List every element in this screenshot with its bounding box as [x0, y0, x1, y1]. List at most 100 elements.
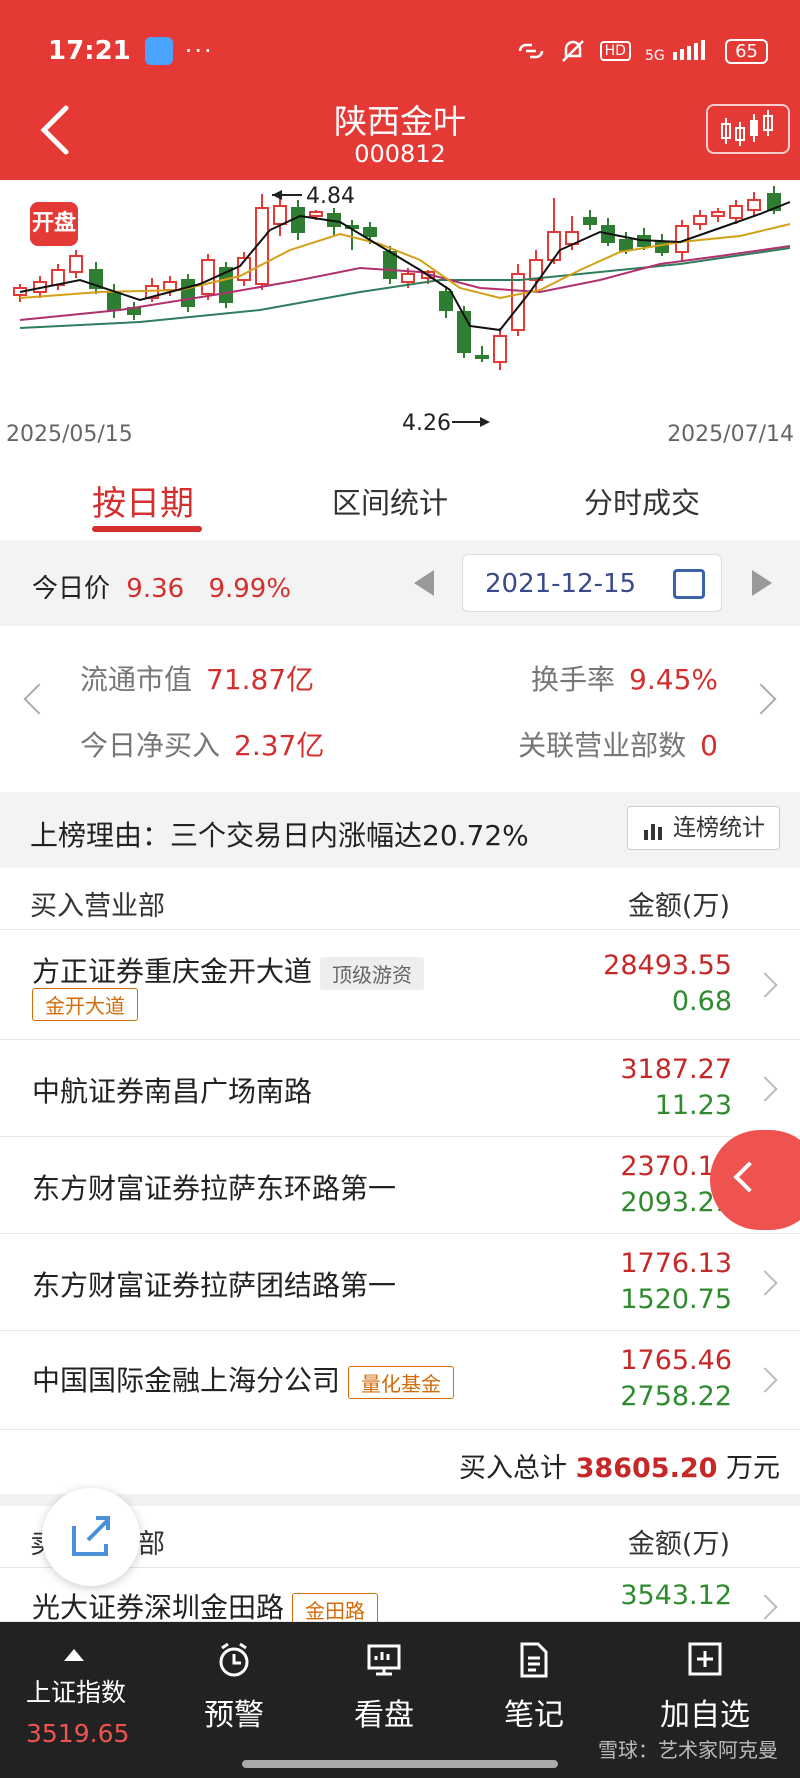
stock-code: 000812: [354, 140, 446, 168]
buy-header-right: 金额(万): [627, 891, 730, 922]
candle: [619, 239, 633, 251]
bar-chart-icon: [643, 823, 662, 840]
broker-name: 光大证券深圳金田路: [32, 1591, 285, 1624]
turnover: 换手率 9.45%: [531, 658, 718, 698]
buy-row[interactable]: 东方财富证券拉萨东环路第一 2370.19 2093.21: [0, 1137, 800, 1234]
chevron-right-icon: [752, 1367, 778, 1393]
chevron-left-icon: [733, 1161, 765, 1193]
related-branches-value: 0: [700, 729, 718, 762]
tab-time-trades[interactable]: 分时成交: [584, 480, 700, 522]
buy-row[interactable]: 中国国际金融上海分公司 量化基金 1765.46 2758.22: [0, 1331, 800, 1430]
candlestick-icon: [721, 110, 773, 146]
status-time: 17:21: [48, 36, 131, 66]
candle: [583, 217, 597, 225]
next-date-icon[interactable]: [752, 570, 772, 596]
candle: [181, 279, 195, 307]
link-icon: [518, 43, 543, 59]
nav-index[interactable]: 上证指数 3519.65: [26, 1640, 129, 1748]
listing-reason-text: 上榜理由：三个交易日内涨幅达20.72%: [30, 819, 529, 852]
broker-name: 东方财富证券拉萨东环路第一: [32, 1172, 397, 1205]
chevron-right-icon: [752, 1594, 778, 1620]
nav-alert[interactable]: 预警: [194, 1640, 274, 1734]
market-value-label: 流通市值: [80, 663, 193, 696]
buy-amount: 3187.27: [620, 1054, 732, 1085]
network-label: 5G: [644, 47, 665, 64]
prev-stats-icon[interactable]: [23, 683, 55, 715]
kline-toggle-button[interactable]: [706, 104, 790, 154]
nav-notes-label: 笔记: [504, 1698, 564, 1733]
app-header: 17:21 ··· HD 5G 65 陕西金叶 000812: [0, 0, 800, 180]
nav-add-watchlist[interactable]: 加自选: [650, 1640, 760, 1734]
side-panel-toggle[interactable]: [710, 1130, 800, 1230]
consecutive-stats-button[interactable]: 连榜统计: [626, 806, 780, 850]
tag-quant-fund: 量化基金: [348, 1365, 455, 1399]
kline-chart[interactable]: 4.84 4.26 开盘 2025/05/15 2025/07/14: [0, 180, 800, 458]
today-price-value: 9.36: [126, 574, 185, 604]
consecutive-stats-label: 连榜统计: [673, 815, 765, 841]
tag-top-trader: 顶级游资: [320, 956, 425, 990]
buy-row[interactable]: 中航证券南昌广场南路 3187.27 11.23: [0, 1040, 800, 1137]
chart-end-date: 2025/07/14: [667, 422, 794, 447]
broker-tag-cell: 金开大道: [24, 986, 138, 1021]
broker-name: 东方财富证券拉萨团结路第一: [32, 1269, 397, 1302]
net-buy-value: 2.37亿: [234, 729, 325, 762]
candle: [309, 211, 323, 217]
listing-reason: 上榜理由：三个交易日内涨幅达20.72% 连榜统计: [0, 792, 800, 868]
broker-name: 中航证券南昌广场南路: [32, 1075, 313, 1108]
share-icon: [72, 1516, 110, 1556]
index-value: 3519.65: [26, 1719, 130, 1748]
buy-row[interactable]: 方正证券重庆金开大道 顶级游资 金开大道 28493.55 0.68: [0, 930, 800, 1040]
buy-amount: 28493.55: [603, 950, 732, 981]
tab-underline: [92, 526, 202, 532]
open-badge: 开盘: [30, 202, 78, 246]
signal-icon: 5G: [645, 38, 711, 65]
status-bar: 17:21 ··· HD 5G 65: [48, 28, 768, 74]
buy-total-label: 买入总计: [459, 1453, 568, 1484]
nav-watch-label: 看盘: [354, 1698, 414, 1733]
candle: [439, 291, 453, 311]
tag-broker-alias: 金田路: [292, 1592, 379, 1626]
buy-total-unit: 万元: [726, 1453, 780, 1484]
market-value: 流通市值 71.87亿: [80, 658, 314, 698]
candle: [163, 281, 177, 291]
buy-header-left: 买入营业部: [30, 891, 165, 922]
add-square-icon: [688, 1642, 722, 1676]
candle: [69, 255, 83, 273]
share-button[interactable]: [42, 1488, 140, 1586]
related-branches-label: 关联营业部数: [518, 729, 687, 762]
buy-amount: 1765.46: [620, 1345, 732, 1376]
alarm-clock-icon: [219, 1642, 249, 1677]
buy-row[interactable]: 东方财富证券拉萨团结路第一 1776.13 1520.75: [0, 1234, 800, 1331]
more-notifications-icon: ···: [184, 37, 214, 65]
home-indicator[interactable]: [242, 1760, 558, 1768]
buy-table-header: 买入营业部 金额(万): [0, 868, 800, 930]
nav-watch[interactable]: 看盘: [344, 1640, 424, 1734]
nav-notes[interactable]: 笔记: [494, 1640, 574, 1734]
buy-total: 买入总计 38605.20 万元: [0, 1430, 800, 1494]
broker-name-cell: 中国国际金融上海分公司 量化基金: [32, 1359, 455, 1399]
related-branches: 关联营业部数 0: [518, 724, 718, 764]
tab-by-date[interactable]: 按日期: [92, 476, 194, 525]
candle: [363, 227, 377, 237]
next-stats-icon[interactable]: [745, 683, 777, 715]
tab-range-stats[interactable]: 区间统计: [332, 480, 448, 522]
prev-date-icon[interactable]: [414, 570, 434, 596]
candle: [273, 205, 287, 225]
today-change-value: 9.99%: [208, 574, 292, 604]
sell-amount: 0.68: [671, 986, 732, 1017]
broker-name: 方正证券重庆金开大道: [32, 955, 313, 988]
candle: [729, 205, 743, 219]
note-icon: [520, 1642, 548, 1678]
buy-total-text: 买入总计 38605.20 万元: [459, 1446, 780, 1485]
date-picker[interactable]: 2021-12-15: [462, 554, 722, 612]
today-price-label: 今日价: [32, 574, 111, 604]
turnover-value: 9.45%: [629, 663, 718, 696]
stats-panel: 流通市值 71.87亿 换手率 9.45% 今日净买入 2.37亿 关联营业部数 0: [0, 626, 800, 792]
low-label: 4.26: [402, 411, 451, 436]
buy-amount: 1776.13: [620, 1248, 732, 1279]
candle: [457, 311, 471, 353]
chevron-right-icon: [752, 1270, 778, 1296]
sell-amount: 3543.12: [620, 1580, 732, 1611]
high-label: 4.84: [306, 184, 355, 209]
candle: [383, 251, 397, 279]
